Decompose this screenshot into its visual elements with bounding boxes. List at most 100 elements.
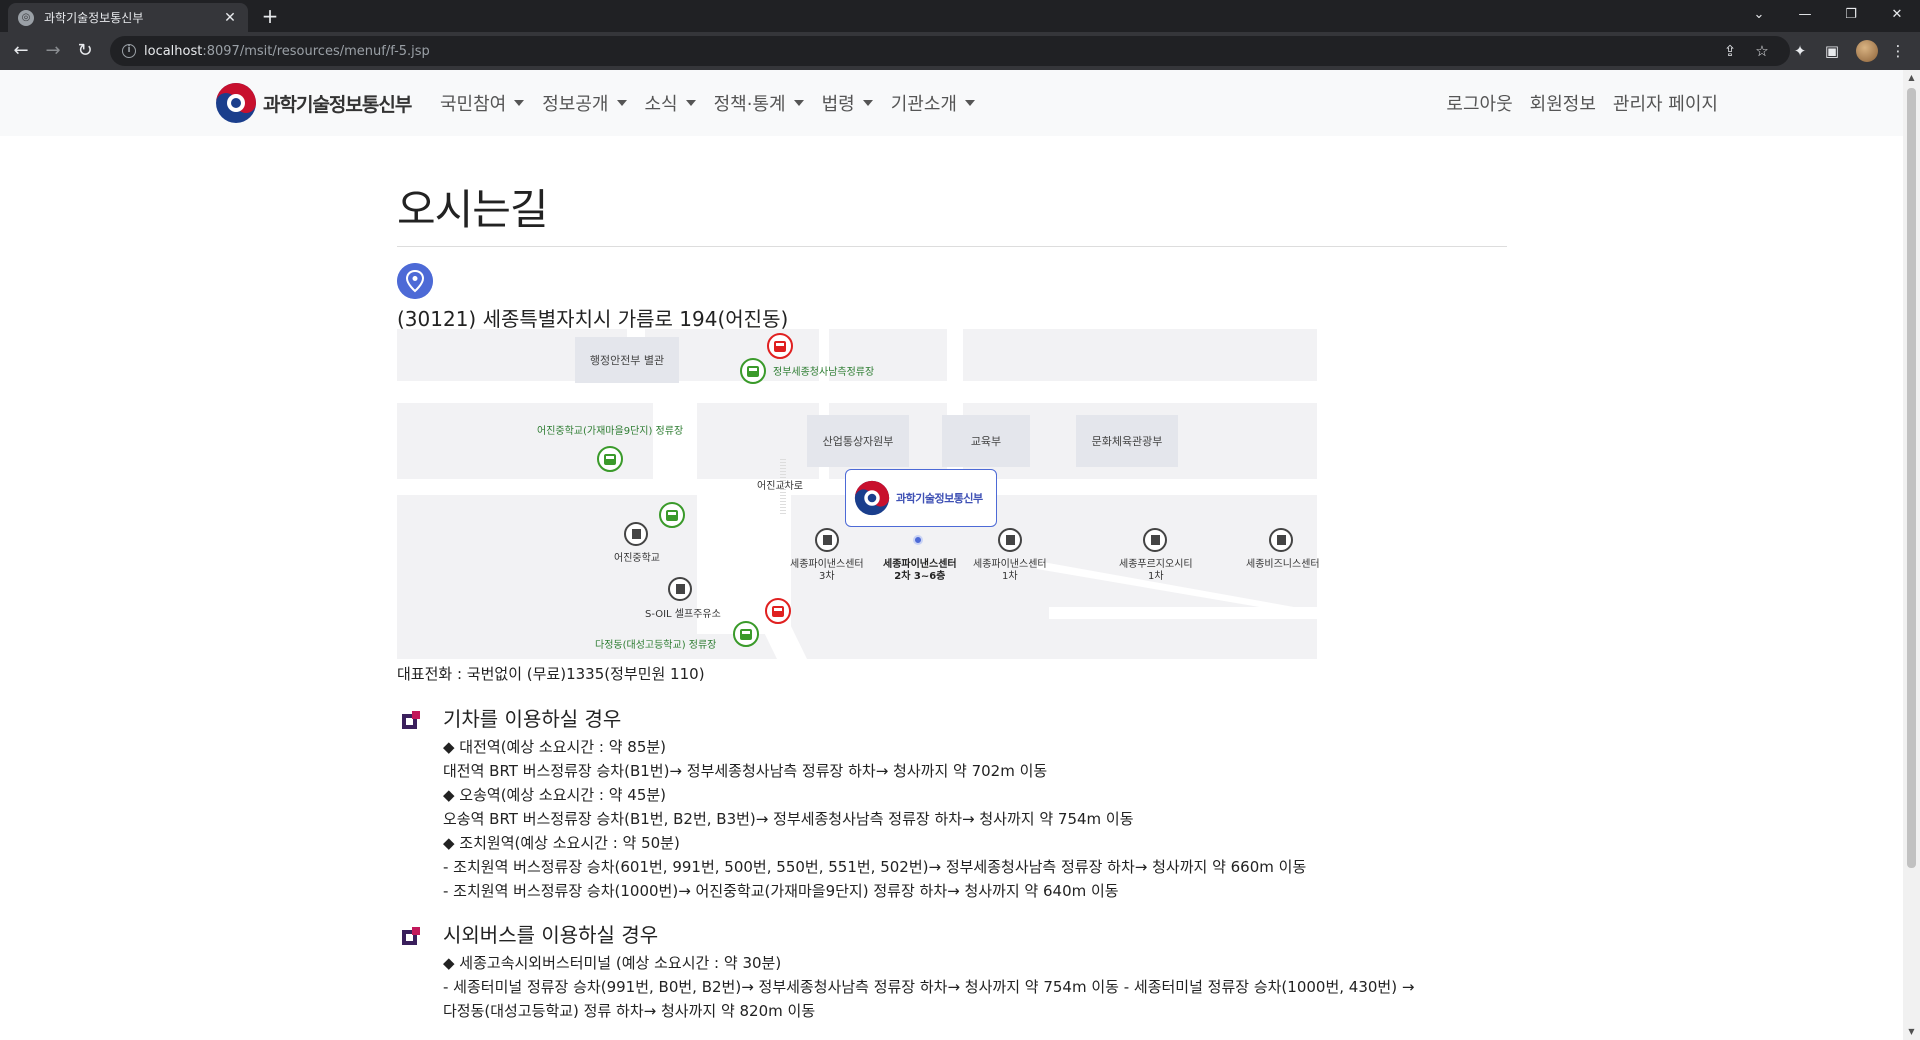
url-text: localhost:8097/msit/resources/menuf/f-5.…	[144, 43, 430, 59]
menu-item-disclosure[interactable]: 정보공개	[542, 90, 627, 116]
direction-line: - 조치원역 버스정류장 승차(1000번)→ 어진중학교(가재마을9단지) 정…	[443, 882, 1119, 900]
location-pin-icon	[397, 263, 433, 299]
stop-label-south: 정부세종청사남측정류장	[773, 367, 875, 378]
menu-item-law[interactable]: 법령	[822, 90, 873, 116]
direction-line: ◆ 대전역(예상 소요시간 : 약 85분)	[443, 738, 667, 756]
caret-down-icon	[616, 100, 627, 106]
site-navbar: 과학기술정보통신부 국민참여 정보공개 소식 정책·통계 법령 기관소개 로그아…	[0, 70, 1903, 136]
section-body: ◆ 대전역(예상 소요시간 : 약 85분) 대전역 BRT 버스정류장 승차(…	[443, 735, 1503, 903]
building-moe: 교육부	[942, 415, 1030, 467]
bookmark-star-icon[interactable]: ☆	[1750, 39, 1774, 63]
bus-stop-icon[interactable]	[659, 502, 685, 528]
page-scrollbar[interactable]: ▲ ▼	[1903, 70, 1920, 1040]
minimize-button[interactable]: —	[1782, 0, 1828, 32]
admin-page-link[interactable]: 관리자 페이지	[1613, 90, 1718, 116]
brt-stop-icon[interactable]	[765, 598, 791, 624]
page-title: 오시는길	[397, 185, 549, 234]
building-icon	[998, 528, 1022, 552]
extensions-icon[interactable]: ✦	[1788, 39, 1812, 63]
address-text: (30121) 세종특별자치시 가름로 194(어진동)	[397, 307, 789, 331]
browser-tabbar: ◎ 과학기술정보통신부 ✕ + ⌄ — ❐ ✕	[0, 0, 1920, 32]
location-map[interactable]: 행정안전부 별관 산업통상자원부 교육부 문화체육관광부 정부세종청사남측정류장…	[397, 329, 1417, 659]
logout-link[interactable]: 로그아웃	[1446, 90, 1512, 116]
stop-label-eojin: 어진중학교(가재마을9단지) 정류장	[537, 426, 684, 437]
building-mois: 행정안전부 별관	[575, 337, 679, 383]
scroll-down-arrow-icon[interactable]: ▼	[1903, 1024, 1920, 1040]
school-label: 어진중학교	[614, 553, 660, 564]
close-tab-icon[interactable]: ✕	[222, 10, 238, 26]
stop-label-dajeong: 다정동(대성고등학교) 정류장	[595, 640, 717, 651]
menu-item-policy[interactable]: 정책·통계	[714, 90, 804, 116]
direction-line: ◆ 오송역(예상 소요시간 : 약 45분)	[443, 786, 667, 804]
title-divider	[397, 246, 1507, 247]
caret-down-icon	[793, 100, 804, 106]
business-center-label: 세종비즈니스센터	[1246, 559, 1320, 570]
browser-toolbar: ← → ↻ i localhost:8097/msit/resources/me…	[0, 32, 1920, 70]
logo-text: 과학기술정보통신부	[263, 93, 412, 116]
ministry-callout[interactable]: 과학기술정보통신부	[845, 469, 997, 527]
location-marker[interactable]	[913, 535, 923, 545]
caret-down-icon	[514, 100, 525, 106]
address-bar[interactable]: i localhost:8097/msit/resources/menuf/f-…	[110, 36, 1790, 66]
caret-down-icon	[685, 100, 696, 106]
section-title: 기차를 이용하실 경우	[443, 707, 622, 731]
brt-stop-icon[interactable]	[767, 333, 793, 359]
building-icon	[1143, 528, 1167, 552]
direction-line: ◆ 조치원역(예상 소요시간 : 약 50분)	[443, 834, 680, 852]
scrollbar-thumb[interactable]	[1907, 88, 1916, 868]
menu-item-participation[interactable]: 국민참여	[440, 90, 525, 116]
building-icon	[815, 528, 839, 552]
globe-icon: ◎	[18, 9, 34, 26]
info-icon[interactable]: i	[122, 44, 136, 58]
restore-button[interactable]: ❐	[1828, 0, 1874, 32]
bus-stop-icon[interactable]	[740, 358, 766, 384]
crossroad-label: 어진교차로	[757, 481, 803, 492]
callout-label: 과학기술정보통신부	[896, 492, 983, 505]
section-bullet-icon	[402, 927, 420, 945]
taegeuk-emblem-icon	[216, 83, 256, 123]
forward-icon[interactable]: →	[41, 39, 65, 63]
prugio-label: 세종푸르지오시티 1차	[1119, 559, 1193, 582]
tab-search-icon[interactable]: ⌄	[1736, 0, 1782, 32]
building-motie: 산업통상자원부	[807, 415, 909, 467]
member-info-link[interactable]: 회원정보	[1530, 90, 1596, 116]
direction-line: ◆ 세종고속시외버스터미널 (예상 소요시간 : 약 30분)	[443, 954, 782, 972]
direction-line: 다정동(대성고등학교) 정류 하차→ 청사까지 약 820m 이동	[443, 1002, 816, 1020]
section-title: 시외버스를 이용하실 경우	[443, 923, 659, 947]
building-mcst: 문화체육관광부	[1076, 415, 1178, 467]
phone-info: 대표전화 : 국번없이 (무료)1335(정부민원 110)	[397, 665, 705, 683]
section-body: ◆ 세종고속시외버스터미널 (예상 소요시간 : 약 30분) - 세종터미널 …	[443, 951, 1503, 1023]
caret-down-icon	[964, 100, 975, 106]
new-tab-button[interactable]: +	[258, 4, 282, 28]
building-icon	[624, 522, 648, 546]
direction-line: - 세종터미널 정류장 승차(991번, B0번, B2번)→ 정부세종청사남측…	[443, 978, 1415, 996]
main-menu: 국민참여 정보공개 소식 정책·통계 법령 기관소개	[440, 90, 993, 116]
profile-avatar[interactable]	[1856, 40, 1878, 62]
page-viewport: 과학기술정보통신부 국민참여 정보공개 소식 정책·통계 법령 기관소개 로그아…	[0, 70, 1903, 1040]
share-icon[interactable]: ⇪	[1718, 39, 1742, 63]
menu-item-about[interactable]: 기관소개	[891, 90, 975, 116]
building-icon	[668, 577, 692, 601]
site-logo[interactable]: 과학기술정보통신부	[215, 82, 412, 124]
finance-center-2-label: 세종파이낸스센터 2차 3~6층	[883, 559, 957, 582]
back-icon[interactable]: ←	[9, 39, 33, 63]
section-bullet-icon	[402, 711, 420, 729]
bus-stop-icon[interactable]	[597, 446, 623, 472]
finance-center-3-label: 세종파이낸스센터 3차	[790, 559, 864, 582]
gas-station-label: S-OIL 셀프주유소	[645, 609, 721, 620]
direction-line: 대전역 BRT 버스정류장 승차(B1번)→ 정부세종청사남측 정류장 하차→ …	[443, 762, 1048, 780]
browser-menu-icon[interactable]: ⋮	[1886, 39, 1910, 63]
bus-stop-icon[interactable]	[733, 621, 759, 647]
menu-item-news[interactable]: 소식	[645, 90, 696, 116]
reload-icon[interactable]: ↻	[73, 39, 97, 63]
browser-tab[interactable]: ◎ 과학기술정보통신부 ✕	[8, 3, 248, 32]
scroll-up-arrow-icon[interactable]: ▲	[1903, 70, 1920, 86]
tab-title: 과학기술정보통신부	[44, 11, 144, 25]
direction-line: 오송역 BRT 버스정류장 승차(B1번, B2번, B3번)→ 정부세종청사남…	[443, 810, 1134, 828]
direction-line: - 조치원역 버스정류장 승차(601번, 991번, 500번, 550번, …	[443, 858, 1307, 876]
taegeuk-emblem-icon	[854, 480, 890, 516]
close-window-button[interactable]: ✕	[1874, 0, 1920, 32]
side-panel-icon[interactable]: ▣	[1820, 39, 1844, 63]
finance-center-1-label: 세종파이낸스센터 1차	[973, 559, 1047, 582]
building-icon	[1269, 528, 1293, 552]
